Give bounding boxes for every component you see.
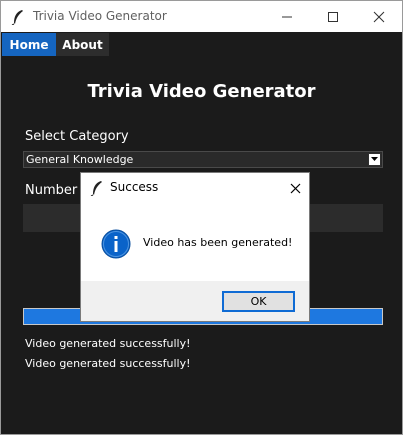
status-text: Video generated successfully! <box>25 357 191 370</box>
category-label: Select Category <box>25 129 129 144</box>
dialog-close-button[interactable] <box>284 177 306 199</box>
title-bar: Trivia Video Generator <box>1 1 402 32</box>
maximize-icon <box>328 11 338 22</box>
close-icon <box>290 183 300 193</box>
dialog-message: Video has been generated! <box>143 236 293 249</box>
window-title: Trivia Video Generator <box>33 9 167 23</box>
maximize-button[interactable] <box>310 1 356 32</box>
feather-icon <box>11 10 23 25</box>
category-select[interactable]: General Knowledge <box>23 151 383 168</box>
dialog-title-bar: Success <box>81 173 309 202</box>
ok-button[interactable]: OK <box>222 291 295 312</box>
dialog-body: Video has been generated! <box>81 202 309 281</box>
tab-about[interactable]: About <box>56 33 109 56</box>
minimize-button[interactable] <box>264 1 310 32</box>
tab-home[interactable]: Home <box>2 33 56 56</box>
close-icon <box>373 11 385 22</box>
info-icon <box>101 229 131 259</box>
close-button[interactable] <box>356 1 402 32</box>
page-title: Trivia Video Generator <box>87 81 316 102</box>
category-value: General Knowledge <box>26 153 134 166</box>
dropdown-arrow-icon[interactable] <box>368 153 381 166</box>
success-dialog: Success Video has been generated! OK <box>80 172 310 322</box>
dialog-title: Success <box>110 180 159 194</box>
minimize-icon <box>282 16 292 17</box>
status-text: Video generated successfully! <box>25 337 191 350</box>
dialog-footer: OK <box>81 281 309 321</box>
feather-icon <box>90 181 102 196</box>
